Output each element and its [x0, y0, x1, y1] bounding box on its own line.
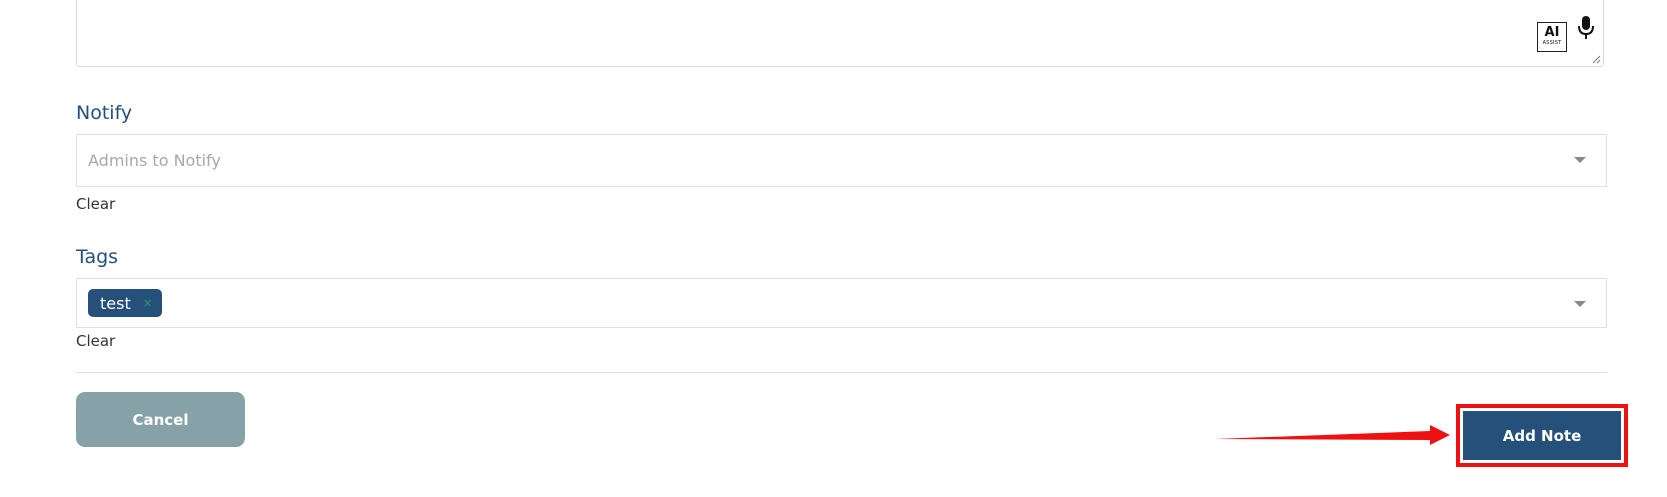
tag-chip-label: test — [100, 293, 131, 313]
tag-remove-icon[interactable]: × — [143, 296, 153, 310]
caret-down-icon[interactable] — [1574, 301, 1586, 307]
notify-select[interactable]: Admins to Notify — [76, 134, 1607, 187]
divider — [76, 372, 1607, 373]
tags-label: Tags — [76, 246, 119, 268]
tags-clear-link[interactable]: Clear — [76, 332, 115, 350]
red-arrow-annotation — [1215, 425, 1450, 445]
microphone-icon[interactable] — [1575, 15, 1597, 41]
notify-label: Notify — [76, 102, 133, 124]
note-textarea[interactable]: AI ASSIST — [76, 0, 1604, 67]
add-note-button[interactable]: Add Note — [1463, 411, 1621, 460]
tags-select[interactable]: test × — [76, 278, 1607, 328]
tag-chip: test × — [88, 289, 162, 317]
notify-clear-link[interactable]: Clear — [76, 195, 115, 213]
ai-assist-sublabel: ASSIST — [1542, 40, 1562, 46]
caret-down-icon[interactable] — [1574, 157, 1586, 163]
notify-placeholder: Admins to Notify — [88, 151, 221, 170]
ai-assist-icon[interactable]: AI ASSIST — [1537, 22, 1567, 52]
cancel-button[interactable]: Cancel — [76, 392, 245, 447]
add-note-form: AI ASSIST Notify Admins to Notify Clear … — [0, 0, 1667, 497]
ai-assist-label: AI — [1544, 25, 1560, 40]
resize-handle-icon[interactable] — [1591, 54, 1601, 64]
